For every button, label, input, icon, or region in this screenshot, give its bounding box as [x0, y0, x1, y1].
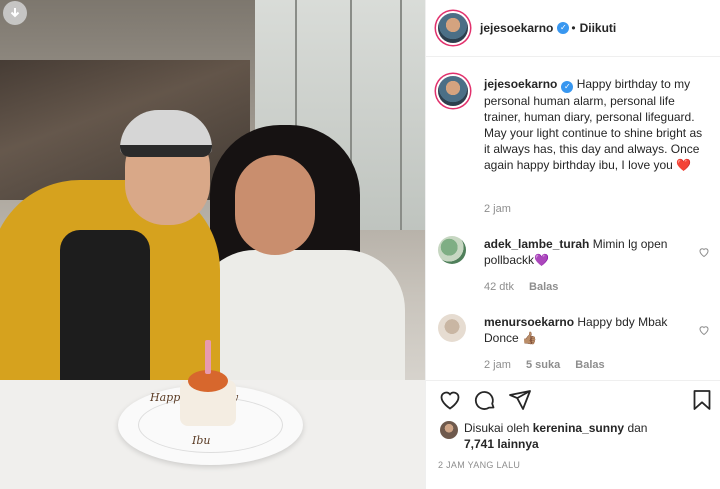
- plate-writing-ibu: Ibu: [192, 434, 211, 447]
- post-sidebar: jejesoekarno ✓ • Diikuti jejesoekarno ✓ H…: [425, 0, 720, 489]
- reply-button[interactable]: Balas: [575, 359, 604, 371]
- comment-time[interactable]: 2 jam: [484, 359, 511, 371]
- share-icon[interactable]: [508, 388, 532, 412]
- liker-username[interactable]: kerenina_sunny: [533, 421, 624, 435]
- commenter-avatar[interactable]: [438, 236, 466, 264]
- caption-text: Happy birthday to my personal human alar…: [484, 77, 703, 172]
- likes-joiner: dan: [627, 421, 648, 435]
- thumbs-up-emoji: 👍🏽: [522, 331, 537, 345]
- caption-meta: 2 jam: [484, 203, 523, 215]
- comment-icon[interactable]: [473, 388, 497, 412]
- photo-candle: [205, 340, 211, 374]
- like-comment-heart-icon[interactable]: [698, 324, 710, 336]
- comments-list: jejesoekarno ✓ Happy birthday to my perso…: [426, 58, 720, 380]
- download-icon: [10, 8, 20, 18]
- caption-time[interactable]: 2 jam: [484, 203, 511, 215]
- separator-dot: •: [571, 21, 576, 35]
- photo-cake: [180, 370, 236, 426]
- post-photo[interactable]: Happy Birthday Ibu: [0, 0, 425, 489]
- post-actions: [438, 388, 714, 414]
- post-timestamp[interactable]: 2 JAM YANG LALU: [438, 460, 520, 470]
- photo-woman: [195, 250, 405, 390]
- photo-woman-face: [235, 155, 315, 255]
- author-username[interactable]: jejesoekarno: [480, 21, 553, 35]
- post-header: jejesoekarno ✓ • Diikuti: [426, 0, 720, 57]
- comment-username[interactable]: menursoekarno: [484, 315, 574, 329]
- comment-username[interactable]: adek_lambe_turah: [484, 237, 589, 251]
- likes-count[interactable]: 7,741 lainnya: [464, 437, 539, 451]
- heart-icon[interactable]: [438, 388, 462, 412]
- follow-status-button[interactable]: Diikuti: [580, 21, 617, 35]
- commenter-avatar[interactable]: [438, 314, 466, 342]
- comment-time[interactable]: 42 dtk: [484, 281, 514, 293]
- purple-heart-emoji: 💜: [534, 253, 549, 267]
- comment-likes[interactable]: 5 suka: [526, 359, 560, 371]
- reply-button[interactable]: Balas: [529, 281, 558, 293]
- verified-icon: ✓: [557, 22, 570, 34]
- liker-avatar[interactable]: [440, 421, 458, 439]
- download-button[interactable]: [3, 1, 27, 25]
- actions-divider: [426, 380, 720, 381]
- comment-meta: 2 jam 5 suka Balas: [484, 359, 617, 371]
- caption-avatar[interactable]: [438, 76, 468, 106]
- caption-username[interactable]: jejesoekarno: [484, 77, 557, 91]
- like-comment-heart-icon[interactable]: [698, 246, 710, 258]
- bookmark-icon[interactable]: [690, 388, 714, 412]
- heart-emoji: ❤️: [676, 158, 692, 172]
- comment-meta: 42 dtk Balas: [484, 281, 570, 293]
- verified-icon: ✓: [561, 81, 574, 93]
- author-avatar[interactable]: [438, 13, 468, 43]
- likes-prefix: Disukai oleh: [464, 421, 530, 435]
